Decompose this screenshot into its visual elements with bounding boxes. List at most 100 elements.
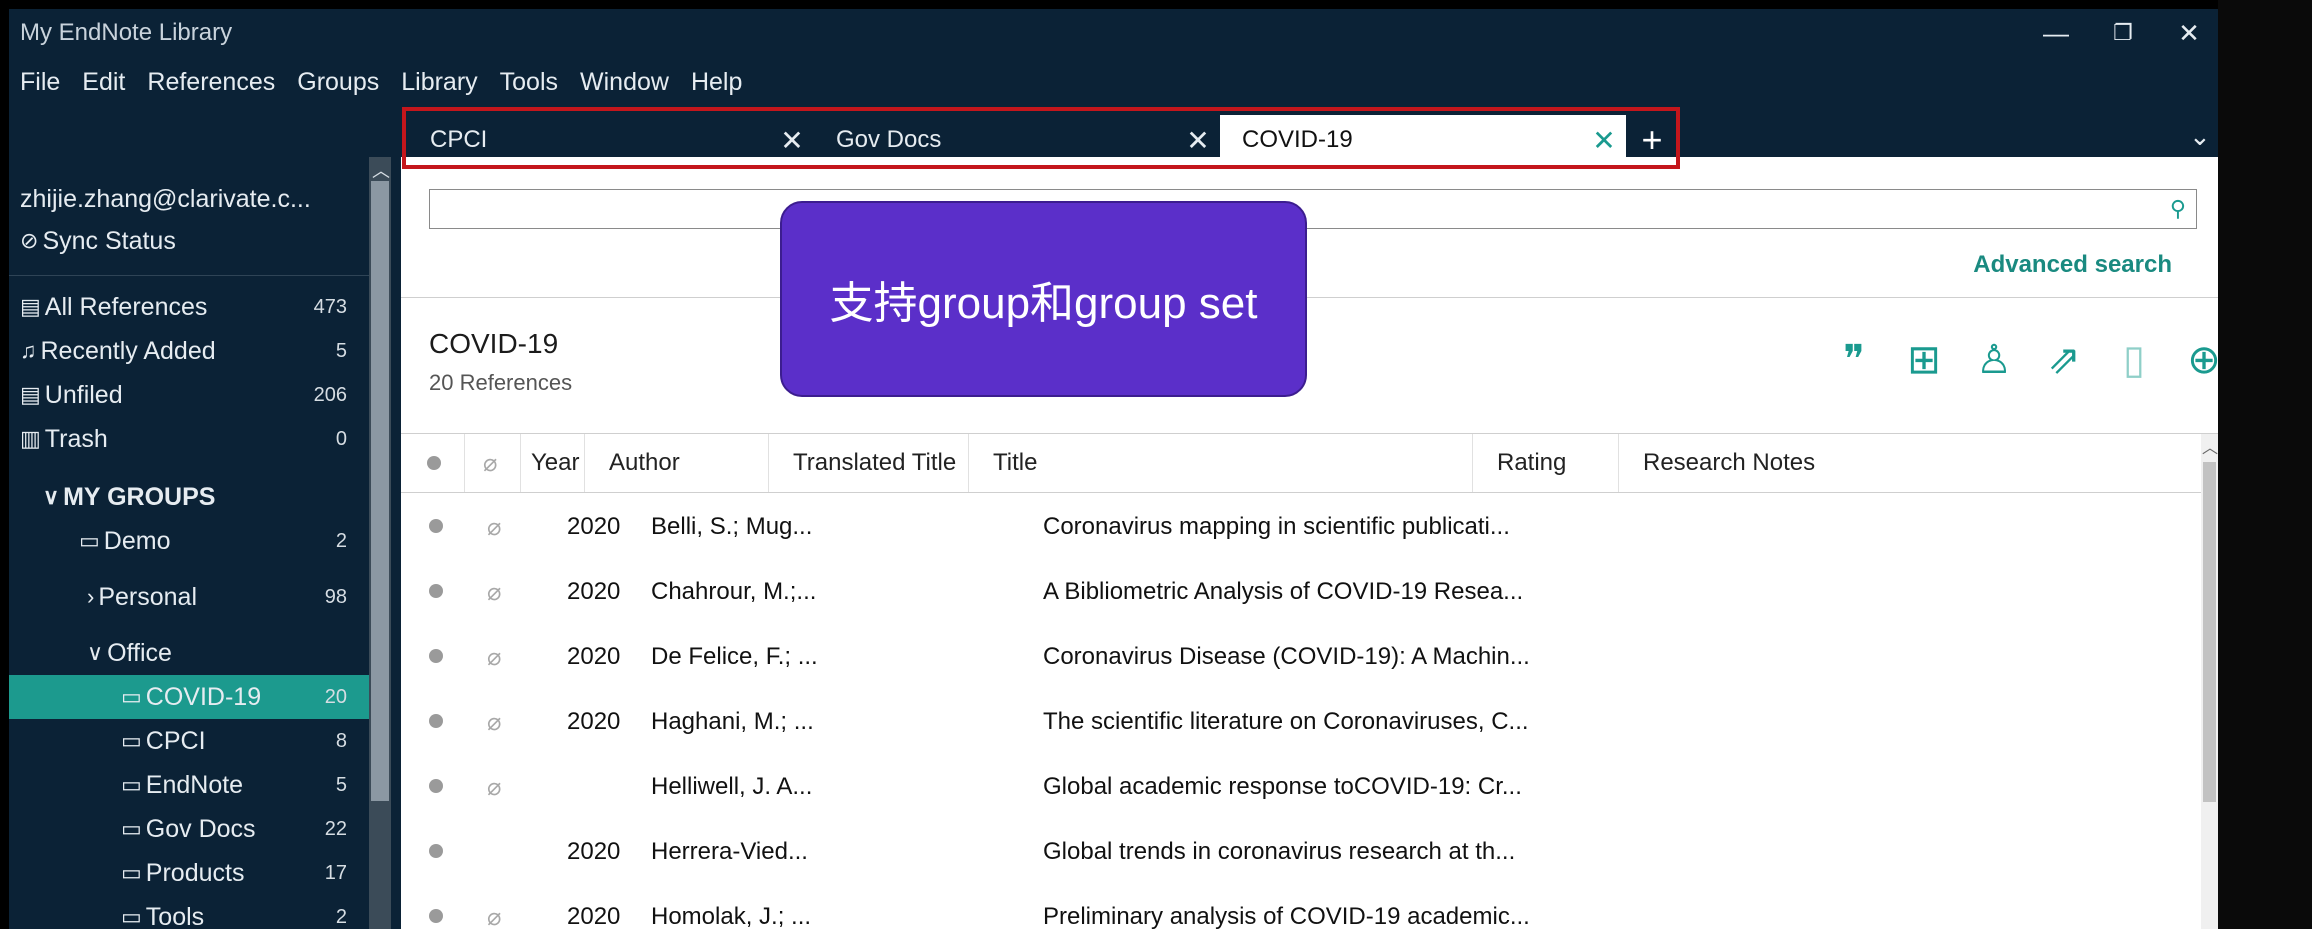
title-bar: My EndNote Library — ❐ ✕ xyxy=(9,9,2218,59)
reference-list-scrollbar[interactable]: ︿ xyxy=(2201,434,2218,929)
count-badge: 5 xyxy=(335,339,347,362)
sidebar-groupset-personal[interactable]: › Personal 98 xyxy=(9,575,369,619)
count-badge: 2 xyxy=(335,529,347,552)
close-tab-icon[interactable]: ✕ xyxy=(1582,124,1626,157)
table-row[interactable]: ⌀ 2020 Chahrour, M.;... A Bibliometric A… xyxy=(401,558,2201,623)
search-icon[interactable]: ⚲ xyxy=(2170,196,2186,222)
scrollbar-thumb[interactable] xyxy=(371,181,389,801)
tab-label: CPCI xyxy=(430,126,488,153)
read-dot-icon xyxy=(429,584,443,598)
sidebar: zhijie.zhang@clarivate.c... ⊘ Sync Statu… xyxy=(9,157,369,929)
find-fulltext-icon[interactable]: ▯ xyxy=(2106,332,2162,388)
search-input[interactable]: ⚲ xyxy=(429,189,2197,229)
cell-author: Chahrour, M.;... xyxy=(651,578,817,605)
sidebar-scrollbar[interactable]: ︿ xyxy=(369,157,391,929)
table-row[interactable]: ⌀ 2020 De Felice, F.; ... Coronavirus Di… xyxy=(401,623,2201,688)
table-row[interactable]: 2020 Herrera-Vied... Global trends in co… xyxy=(401,818,2201,883)
read-dot-icon xyxy=(429,779,443,793)
screen-edge xyxy=(2218,0,2312,929)
cell-year: 2020 xyxy=(567,903,621,929)
menu-help[interactable]: Help xyxy=(680,63,753,101)
my-groups-header[interactable]: ∨ MY GROUPS xyxy=(9,475,369,519)
scroll-up-icon[interactable]: ︿ xyxy=(372,157,390,183)
advanced-search-link[interactable]: Advanced search xyxy=(1973,251,2172,279)
chevron-right-icon: › xyxy=(87,584,95,609)
toolbar: ❞ ⊞ ♙ ⇗ ▯ ⊕ xyxy=(1826,332,2218,388)
column-title[interactable]: Title xyxy=(969,434,1473,492)
sidebar-group-demo[interactable]: ▭ Demo 2 xyxy=(9,519,369,563)
close-tab-icon[interactable]: ✕ xyxy=(770,124,814,157)
minimize-button[interactable]: — xyxy=(2026,13,2086,53)
cell-title: Coronavirus mapping in scientific public… xyxy=(1043,513,1510,540)
cell-year: 2020 xyxy=(567,838,621,865)
sidebar-group-cpci[interactable]: ▭ CPCI 8 xyxy=(9,719,369,763)
count-badge: 17 xyxy=(324,861,347,884)
count-badge: 98 xyxy=(324,585,347,608)
group-folder-icon: ▭ xyxy=(79,528,100,553)
paperclip-icon: ⌀ xyxy=(487,709,502,736)
read-dot-icon xyxy=(429,649,443,663)
window-title: My EndNote Library xyxy=(20,19,233,46)
table-row[interactable]: ⌀ Helliwell, J. A... Global academic res… xyxy=(401,753,2201,818)
sidebar-item-trash[interactable]: ▥ Trash 0 xyxy=(9,417,369,461)
column-author[interactable]: Author xyxy=(585,434,769,492)
menu-references[interactable]: References xyxy=(136,63,286,101)
restore-button[interactable]: ❐ xyxy=(2093,13,2153,53)
read-status-column[interactable] xyxy=(401,434,465,492)
sidebar-group-endnote[interactable]: ▭ EndNote 5 xyxy=(9,763,369,807)
scroll-up-icon[interactable]: ︿ xyxy=(2202,434,2218,458)
add-reference-icon[interactable]: ⊞ xyxy=(1896,332,1952,388)
sidebar-item-recently-added[interactable]: ♫ Recently Added 5 xyxy=(9,329,369,373)
clipboard-icon: ▤ xyxy=(20,294,41,319)
group-folder-icon: ▭ xyxy=(121,860,142,885)
menu-file[interactable]: File xyxy=(9,63,71,101)
export-icon[interactable]: ⇗ xyxy=(2036,332,2092,388)
scrollbar-thumb[interactable] xyxy=(2203,462,2216,802)
menu-edit[interactable]: Edit xyxy=(71,63,136,101)
sidebar-item-all-references[interactable]: ▤ All References 473 xyxy=(9,285,369,329)
paperclip-icon: ⌀ xyxy=(487,904,502,929)
annotation-callout: 支持group和group set xyxy=(780,201,1307,397)
count-badge: 8 xyxy=(335,729,347,752)
table-row[interactable]: ⌀ 2020 Belli, S.; Mug... Coronavirus map… xyxy=(401,493,2201,558)
column-year[interactable]: Year xyxy=(521,434,585,492)
paperclip-icon: ⌀ xyxy=(483,449,498,477)
online-search-icon[interactable]: ⊕ xyxy=(2176,332,2218,388)
read-dot-icon xyxy=(429,909,443,923)
group-folder-icon: ▭ xyxy=(121,816,142,841)
paperclip-icon: ⌀ xyxy=(487,579,502,606)
sidebar-item-unfiled[interactable]: ▤ Unfiled 206 xyxy=(9,373,369,417)
insert-citation-icon[interactable]: ❞ xyxy=(1826,332,1882,388)
sidebar-group-products[interactable]: ▭ Products 17 xyxy=(9,851,369,895)
sidebar-group-tools[interactable]: ▭ Tools 2 xyxy=(9,895,369,929)
attachment-column[interactable]: ⌀ xyxy=(465,434,521,492)
menu-tools[interactable]: Tools xyxy=(489,63,569,101)
share-user-icon[interactable]: ♙ xyxy=(1966,332,2022,388)
cell-year: 2020 xyxy=(567,578,621,605)
sidebar-group-covid-19[interactable]: ▭ COVID-19 20 xyxy=(9,675,369,719)
menu-groups[interactable]: Groups xyxy=(286,63,390,101)
column-rating[interactable]: Rating xyxy=(1473,434,1619,492)
tab-overflow-chevron-icon[interactable]: ⌄ xyxy=(2189,121,2211,152)
menu-window[interactable]: Window xyxy=(569,63,680,101)
count-badge: 20 xyxy=(324,685,347,708)
column-translated-title[interactable]: Translated Title xyxy=(769,434,969,492)
table-row[interactable]: ⌀ 2020 Haghani, M.; ... The scientific l… xyxy=(401,688,2201,753)
menu-library[interactable]: Library xyxy=(390,63,488,101)
cell-title: A Bibliometric Analysis of COVID-19 Rese… xyxy=(1043,578,1524,605)
reference-count: 20 References xyxy=(429,370,573,395)
sync-status[interactable]: ⊘ Sync Status xyxy=(9,219,369,263)
divider xyxy=(401,297,2218,298)
close-tab-icon[interactable]: ✕ xyxy=(1176,124,1220,157)
count-badge: 206 xyxy=(313,383,347,406)
group-folder-icon: ▭ xyxy=(121,684,142,709)
count-badge: 0 xyxy=(335,427,347,450)
endnote-window: My EndNote Library — ❐ ✕ File Edit Refer… xyxy=(9,9,2218,929)
column-research-notes[interactable]: Research Notes xyxy=(1619,434,2201,492)
main-panel: ⚲ Advanced search COVID-19 20 References… xyxy=(401,157,2218,929)
account-email[interactable]: zhijie.zhang@clarivate.c... xyxy=(9,177,369,221)
close-window-button[interactable]: ✕ xyxy=(2159,13,2218,53)
sidebar-groupset-office[interactable]: ∨ Office xyxy=(9,631,369,675)
table-row[interactable]: ⌀ 2020 Homolak, J.; ... Preliminary anal… xyxy=(401,883,2201,929)
sidebar-group-gov-docs[interactable]: ▭ Gov Docs 22 xyxy=(9,807,369,851)
